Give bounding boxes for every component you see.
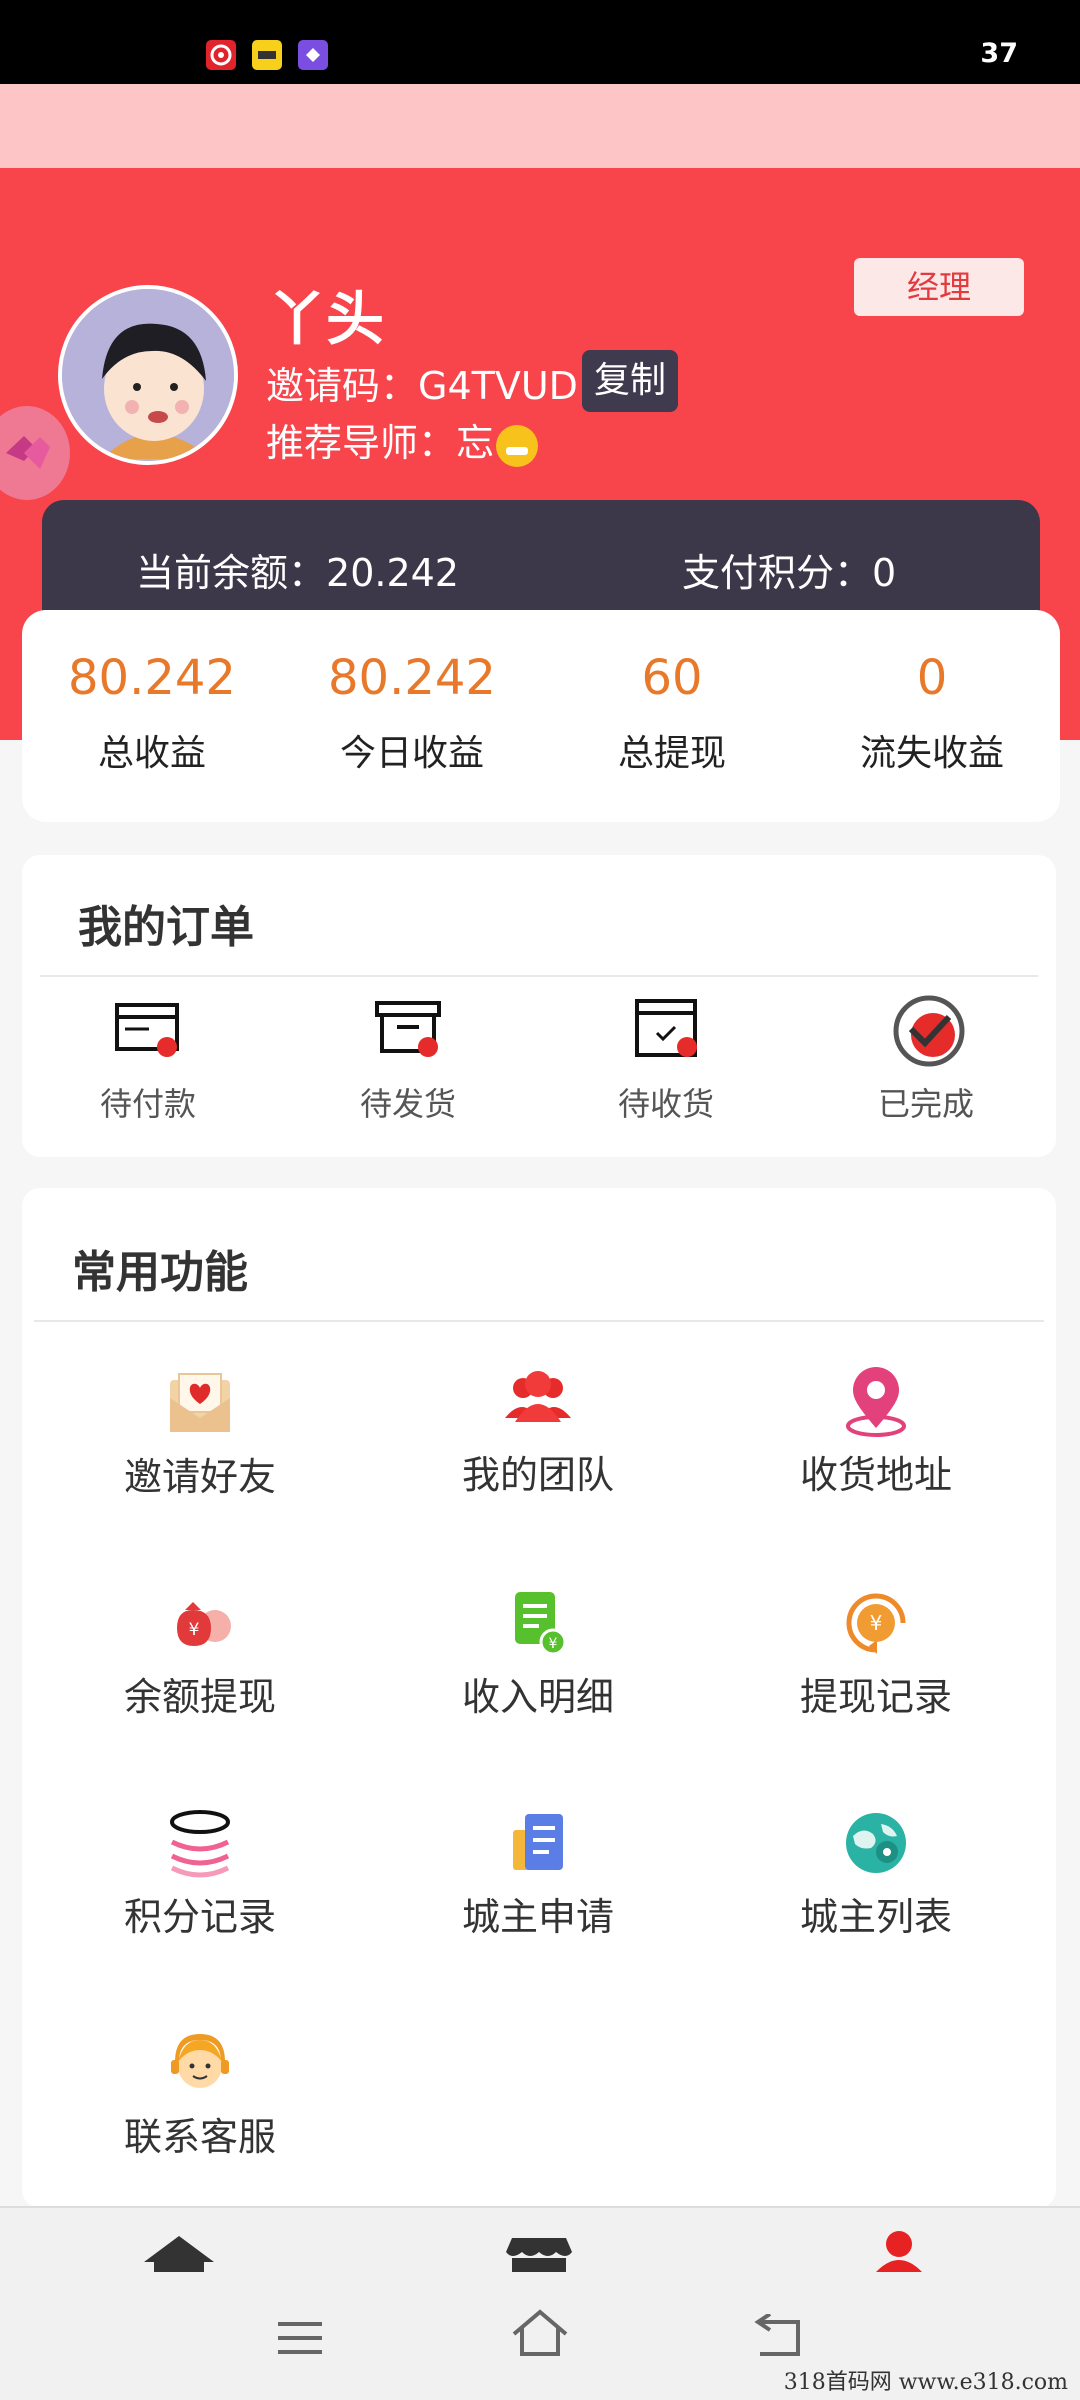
mentor-name: 忘 <box>456 421 495 465</box>
order-label: 已完成 <box>877 1085 974 1123</box>
stat-label: 总提现 <box>617 733 726 774</box>
func-label: 收货地址 <box>799 1453 952 1497</box>
mentor-row: 推荐导师：忘 <box>266 412 539 467</box>
location-pin-icon <box>841 1366 911 1437</box>
functions-divider <box>34 1320 1044 1322</box>
func-label: 城主列表 <box>799 1895 952 1939</box>
payment-points: 支付积分：0 <box>682 542 896 597</box>
func-withdrawal-records[interactable]: ¥ 提现记录 <box>726 1588 1026 1721</box>
stat-total-withdrawal[interactable]: 60 总提现 <box>542 650 802 776</box>
common-functions-card: 常用功能 邀请好友 我的团队 收货地址 ¥ 余额提现 ¥ 收入明细 ¥ 提现记录… <box>22 1188 1056 2208</box>
order-pending-payment[interactable]: 待付款 <box>48 995 248 1125</box>
func-income-details[interactable]: ¥ 收入明细 <box>388 1588 688 1721</box>
order-pending-shipment[interactable]: 待发货 <box>308 995 508 1125</box>
current-balance-label: 当前余额： <box>136 551 327 595</box>
avatar[interactable] <box>58 285 238 465</box>
stat-total-earnings[interactable]: 80.242 总收益 <box>22 650 282 776</box>
func-city-owner-apply[interactable]: 城主申请 <box>388 1808 688 1941</box>
team-people-icon <box>503 1366 573 1436</box>
bottom-navigation: 318首码网 www.e318.com <box>0 2206 1080 2400</box>
stat-label: 今日收益 <box>339 733 484 774</box>
stat-value: 0 <box>916 650 948 706</box>
stat-value: 80.242 <box>68 650 236 706</box>
func-balance-withdrawal[interactable]: ¥ 余额提现 <box>50 1588 350 1721</box>
func-my-team[interactable]: 我的团队 <box>388 1366 688 1499</box>
func-label: 收入明细 <box>461 1675 614 1719</box>
func-shipping-address[interactable]: 收货地址 <box>726 1366 1026 1499</box>
status-bar: 37 <box>0 0 1080 84</box>
func-label: 积分记录 <box>123 1895 276 1939</box>
func-city-owner-list[interactable]: 城主列表 <box>726 1808 1026 1941</box>
orders-divider <box>40 975 1038 977</box>
func-invite-friends[interactable]: 邀请好友 <box>50 1368 350 1501</box>
grin-emoji-icon <box>496 424 539 467</box>
func-label: 邀请好友 <box>123 1455 276 1499</box>
order-label: 待付款 <box>99 1085 196 1123</box>
delivery-box-icon <box>631 995 701 1061</box>
orders-title[interactable]: 我的订单 <box>78 891 254 955</box>
payment-points-label: 支付积分： <box>682 551 873 595</box>
func-label: 余额提现 <box>123 1675 276 1719</box>
role-badge[interactable]: 经理 <box>854 258 1024 316</box>
func-label: 提现记录 <box>799 1675 952 1719</box>
shortcut-app-icon <box>298 40 328 70</box>
back-icon[interactable] <box>754 2312 806 2364</box>
apply-document-icon <box>503 1808 573 1878</box>
stat-today-earnings[interactable]: 80.242 今日收益 <box>282 650 542 776</box>
invite-label: 邀请码： <box>266 364 419 408</box>
status-time: 37 <box>980 38 1018 69</box>
check-circle-icon <box>891 995 965 1067</box>
svg-text:¥: ¥ <box>870 1611 883 1635</box>
func-label: 我的团队 <box>461 1453 614 1497</box>
floating-shortcut-button[interactable] <box>0 406 70 500</box>
order-label: 待收货 <box>617 1085 714 1123</box>
stat-value: 80.242 <box>328 650 496 706</box>
top-banner-strip <box>0 84 1080 168</box>
profile-page: 37 丫头 邀请码：G4TVUD 复制 推荐导师：忘 经理 当前余额：20.24… <box>0 0 1080 2400</box>
wallet-card-icon <box>113 995 183 1061</box>
stat-label: 总收益 <box>97 733 206 774</box>
stat-label: 流失收益 <box>859 733 1004 774</box>
user-name: 丫头 <box>268 285 385 353</box>
package-box-icon <box>373 995 443 1061</box>
meituan-icon <box>252 40 282 70</box>
points-stack-icon <box>165 1808 235 1878</box>
mentor-label: 推荐导师： <box>266 421 457 465</box>
copy-button[interactable]: 复制 <box>582 350 678 412</box>
income-document-icon: ¥ <box>503 1588 573 1658</box>
withdraw-coin-icon: ¥ <box>841 1588 911 1658</box>
order-completed[interactable]: 已完成 <box>826 995 1026 1125</box>
earnings-stats-card: 80.242 总收益 80.242 今日收益 60 总提现 0 流失收益 <box>22 610 1060 822</box>
invite-code-row: 邀请码：G4TVUD <box>266 355 578 410</box>
invite-code: G4TVUD <box>418 364 578 408</box>
home-outline-icon[interactable] <box>510 2308 570 2362</box>
customer-service-icon <box>165 2028 235 2098</box>
func-contact-support[interactable]: 联系客服 <box>50 2028 350 2161</box>
order-pending-receipt[interactable]: 待收货 <box>566 995 766 1125</box>
current-balance: 当前余额：20.242 <box>136 542 459 597</box>
payment-points-value: 0 <box>872 551 897 595</box>
invite-envelope-icon <box>165 1368 235 1438</box>
functions-title: 常用功能 <box>72 1247 248 1298</box>
func-points-records[interactable]: 积分记录 <box>50 1808 350 1941</box>
netease-music-icon <box>206 40 236 70</box>
globe-map-icon <box>841 1808 911 1878</box>
watermark-text: 318首码网 www.e318.com <box>783 2370 1068 2395</box>
store-icon[interactable] <box>506 2234 572 2276</box>
func-label: 城主申请 <box>461 1895 614 1939</box>
menu-icon[interactable] <box>276 2318 324 2362</box>
order-label: 待发货 <box>359 1085 456 1123</box>
stat-value: 60 <box>641 650 703 706</box>
svg-text:¥: ¥ <box>549 1636 558 1652</box>
svg-text:¥: ¥ <box>189 1620 200 1640</box>
stat-lost-earnings[interactable]: 0 流失收益 <box>802 650 1062 776</box>
my-orders-card: 我的订单 待付款 待发货 待收货 已完成 <box>22 855 1056 1157</box>
money-bag-icon: ¥ <box>165 1588 235 1658</box>
home-icon[interactable] <box>142 2232 216 2276</box>
func-label: 联系客服 <box>123 2115 276 2159</box>
profile-icon[interactable] <box>874 2230 924 2276</box>
current-balance-value: 20.242 <box>326 551 459 595</box>
